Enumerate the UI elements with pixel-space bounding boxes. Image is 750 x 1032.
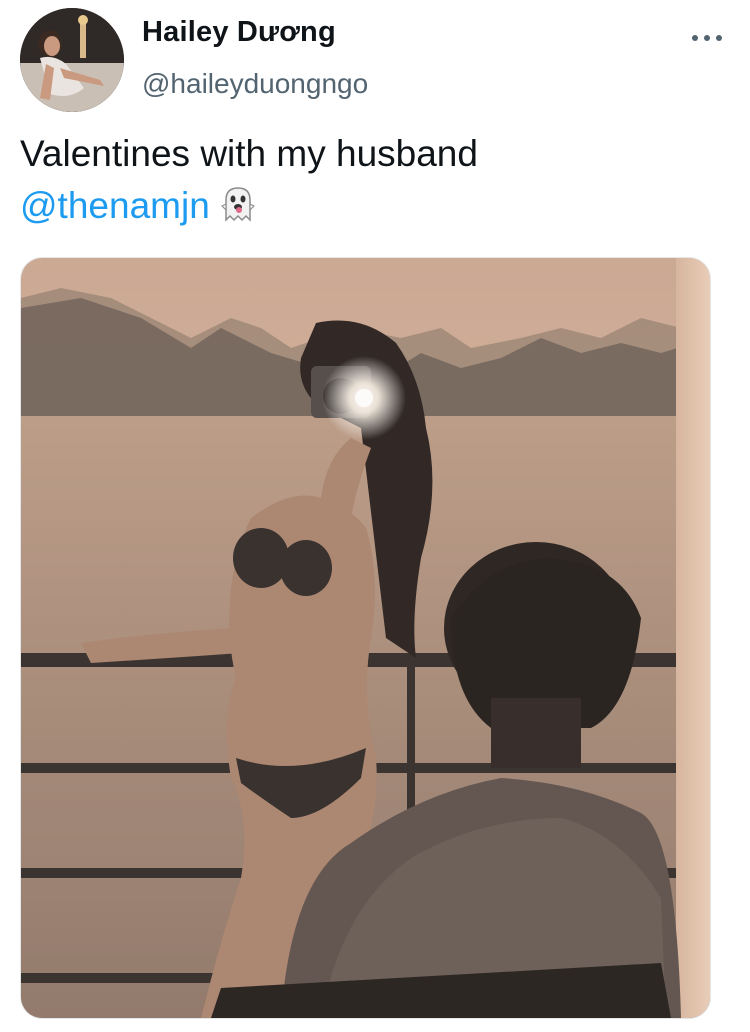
author-display-name[interactable]: Hailey Dương [142,16,336,49]
more-dot-icon [716,35,722,41]
tweet-text-line: Valentines with my husband [20,133,478,174]
tweet-mention-line: @thenamjn [20,180,720,238]
author-handle[interactable]: @haileyduongngo [142,68,368,100]
photo-image [21,258,710,1018]
author-avatar[interactable] [20,8,124,112]
more-options-button[interactable] [692,28,722,48]
more-dot-icon [704,35,710,41]
tweet-media-photo[interactable] [20,257,711,1019]
ghost-emoji-icon [218,184,258,238]
mention-link[interactable]: @thenamjn [20,185,210,226]
more-dot-icon [692,35,698,41]
tweet-body: Valentines with my husband @thenamjn [20,128,720,238]
avatar-photo [20,8,124,112]
